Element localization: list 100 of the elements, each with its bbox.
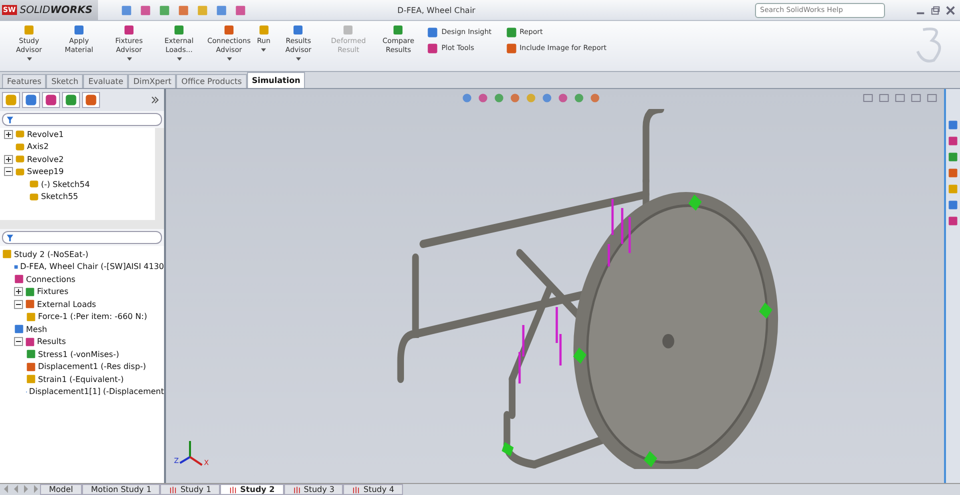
task-pane-icon[interactable] [947,183,959,195]
study-tab[interactable]: Model [40,484,82,495]
panel-tab-icon[interactable] [62,92,80,108]
toolbar-icon[interactable] [234,4,248,16]
expand-toggle[interactable] [4,154,13,164]
ribbon-icon [506,26,517,38]
task-pane-icon[interactable] [947,135,959,147]
panel-tab-icon[interactable] [42,92,60,108]
feature-icon [29,179,39,190]
view-toolbar-icon[interactable] [589,92,601,104]
ribbon-icon [123,24,135,36]
study-icon [229,486,238,494]
panel-tab-icon[interactable] [82,92,100,108]
filter-field[interactable] [2,231,162,244]
ribbon-icon [173,24,185,36]
tree-item[interactable]: Axis2 [27,142,49,152]
viewport-control-icon[interactable] [894,92,906,104]
study-icon [25,299,35,310]
tree-item[interactable]: Mesh [26,324,48,334]
command-tab[interactable]: DimXpert [128,74,176,88]
tree-item[interactable]: Force-1 (:Per item: -660 N:) [38,312,148,322]
study-tab[interactable]: Study 2 [220,484,284,495]
view-toolbar-icon[interactable] [573,92,585,104]
study-tab[interactable]: Motion Study 1 [82,484,160,495]
dropdown-caret-icon[interactable] [26,57,32,61]
dropdown-caret-icon[interactable] [261,48,266,52]
study-tab[interactable]: Study 3 [284,484,344,495]
tree-item[interactable]: Displacement1[1] (-Displacement [29,387,164,396]
window-title: D-FEA, Wheel Chair [397,6,476,14]
ribbon-icon [73,24,85,36]
panel-tab-icon[interactable] [22,92,40,108]
viewport-control-icon[interactable] [878,92,890,104]
ribbon-icon [427,26,438,38]
tree-item[interactable]: Stress1 (-vonMises-) [38,350,120,359]
viewport-control-icon[interactable] [910,92,922,104]
expand-toggle[interactable] [4,167,13,176]
study-icon [352,486,360,494]
double-chevron-icon[interactable] [151,96,159,104]
study-icon [14,324,24,334]
tree-item[interactable]: Study 2 (-NoSEat-) [14,250,88,259]
expand-toggle[interactable] [14,300,23,309]
feature-icon [29,192,39,202]
study-tab[interactable]: Study 1 [160,484,220,495]
view-toolbar-icon[interactable] [557,92,569,104]
filter-icon [6,234,14,242]
tree-item[interactable]: D-FEA, Wheel Chair (-[SW]AISI 4130 [20,262,164,272]
tree-item[interactable]: Strain1 (-Equivalent-) [38,374,124,384]
panel-tab-icon[interactable] [2,92,20,108]
expand-toggle[interactable] [14,287,23,296]
view-toolbar-icon[interactable] [477,92,489,104]
restore-icon[interactable] [930,4,941,16]
tree-item[interactable]: Sketch55 [41,192,78,202]
dropdown-caret-icon[interactable] [226,57,232,61]
expand-toggle[interactable] [4,130,13,139]
scrollbar[interactable] [155,128,164,220]
viewport-control-icon[interactable] [862,92,874,104]
view-toolbar-icon[interactable] [493,92,505,104]
filter-field[interactable] [2,113,162,126]
tree-item[interactable]: Results [37,337,66,346]
viewport-control-icon[interactable] [926,92,938,104]
tree-item[interactable]: Sweep19 [27,167,64,176]
feature-icon [15,129,25,140]
task-pane-icon[interactable] [947,151,959,163]
tree-item[interactable]: Revolve1 [27,130,64,139]
dropdown-caret-icon[interactable] [126,57,132,61]
dropdown-caret-icon[interactable] [296,57,301,61]
toolbar-icon[interactable] [120,4,134,16]
command-tab[interactable]: Evaluate [83,74,128,88]
toolbar-icon[interactable] [158,4,172,16]
study-tab[interactable]: Study 4 [343,484,404,495]
scrollbar[interactable] [0,220,164,229]
command-tab[interactable]: Office Products [176,74,247,88]
view-toolbar-icon[interactable] [509,92,521,104]
feature-icon [15,166,25,177]
toolbar-icon[interactable] [177,4,190,16]
tree-item[interactable]: Displacement1 (-Res disp-) [38,362,146,372]
expand-toggle[interactable] [14,337,23,346]
logo-text: SOLIDWORKS [20,4,92,16]
tree-item[interactable]: Revolve2 [27,154,64,164]
command-tab[interactable]: Simulation [246,72,306,88]
study-icon [25,286,35,297]
tree-item[interactable]: Connections [26,274,76,284]
study-icon [2,249,12,260]
toolbar-icon[interactable] [196,4,210,16]
task-pane-icon[interactable] [947,199,959,211]
view-toolbar-icon[interactable] [461,92,473,104]
tree-item[interactable]: (-) Sketch54 [41,180,90,189]
task-pane-icon[interactable] [947,167,959,179]
toolbar-icon[interactable] [139,4,152,16]
close-icon[interactable] [945,4,956,16]
task-pane-icon[interactable] [947,119,959,131]
tree-item[interactable]: External Loads [37,300,96,309]
toolbar-icon[interactable] [215,4,228,16]
tree-item[interactable]: Fixtures [37,287,68,296]
task-pane-icon[interactable] [947,215,959,227]
view-toolbar-icon[interactable] [541,92,553,104]
ribbon-icon [223,24,235,36]
command-tab[interactable]: Features [2,74,46,88]
command-tab[interactable]: Sketch [46,74,84,88]
dropdown-caret-icon[interactable] [176,57,182,61]
